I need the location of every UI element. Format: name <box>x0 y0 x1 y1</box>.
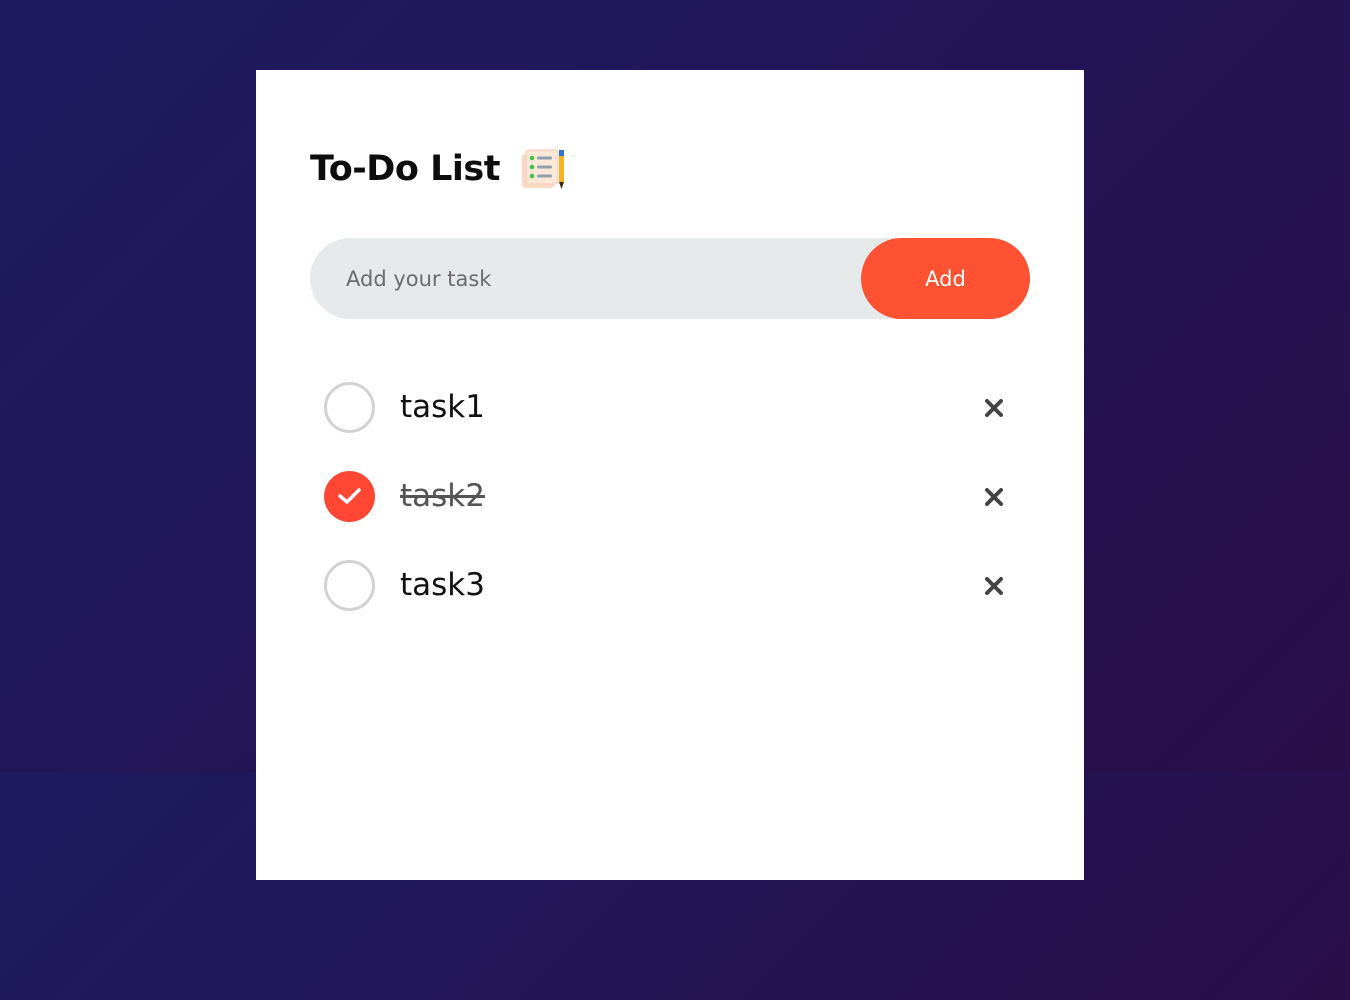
close-icon[interactable] <box>978 570 1010 602</box>
title-row: To-Do List <box>310 146 566 192</box>
checkmark-icon <box>338 488 361 504</box>
task-checkbox-checked[interactable] <box>324 471 375 522</box>
task-checkbox[interactable] <box>324 382 375 433</box>
task-input[interactable] <box>346 238 826 319</box>
task-item-2[interactable]: task2 <box>310 451 1030 540</box>
task-label: task1 <box>400 389 485 425</box>
todo-card: To-Do List Add task1 <box>256 70 1084 880</box>
task-input-row: Add <box>310 238 1030 319</box>
task-label: task2 <box>400 478 485 514</box>
task-checkbox[interactable] <box>324 560 375 611</box>
task-list: task1 task2 task3 <box>310 362 1030 629</box>
close-icon[interactable] <box>978 392 1010 424</box>
close-icon[interactable] <box>978 481 1010 513</box>
task-item-1[interactable]: task1 <box>310 362 1030 451</box>
checklist-icon <box>520 148 566 190</box>
task-label: task3 <box>400 567 485 603</box>
task-item-3[interactable]: task3 <box>310 540 1030 629</box>
page-title: To-Do List <box>310 149 500 189</box>
add-button[interactable]: Add <box>861 238 1030 319</box>
